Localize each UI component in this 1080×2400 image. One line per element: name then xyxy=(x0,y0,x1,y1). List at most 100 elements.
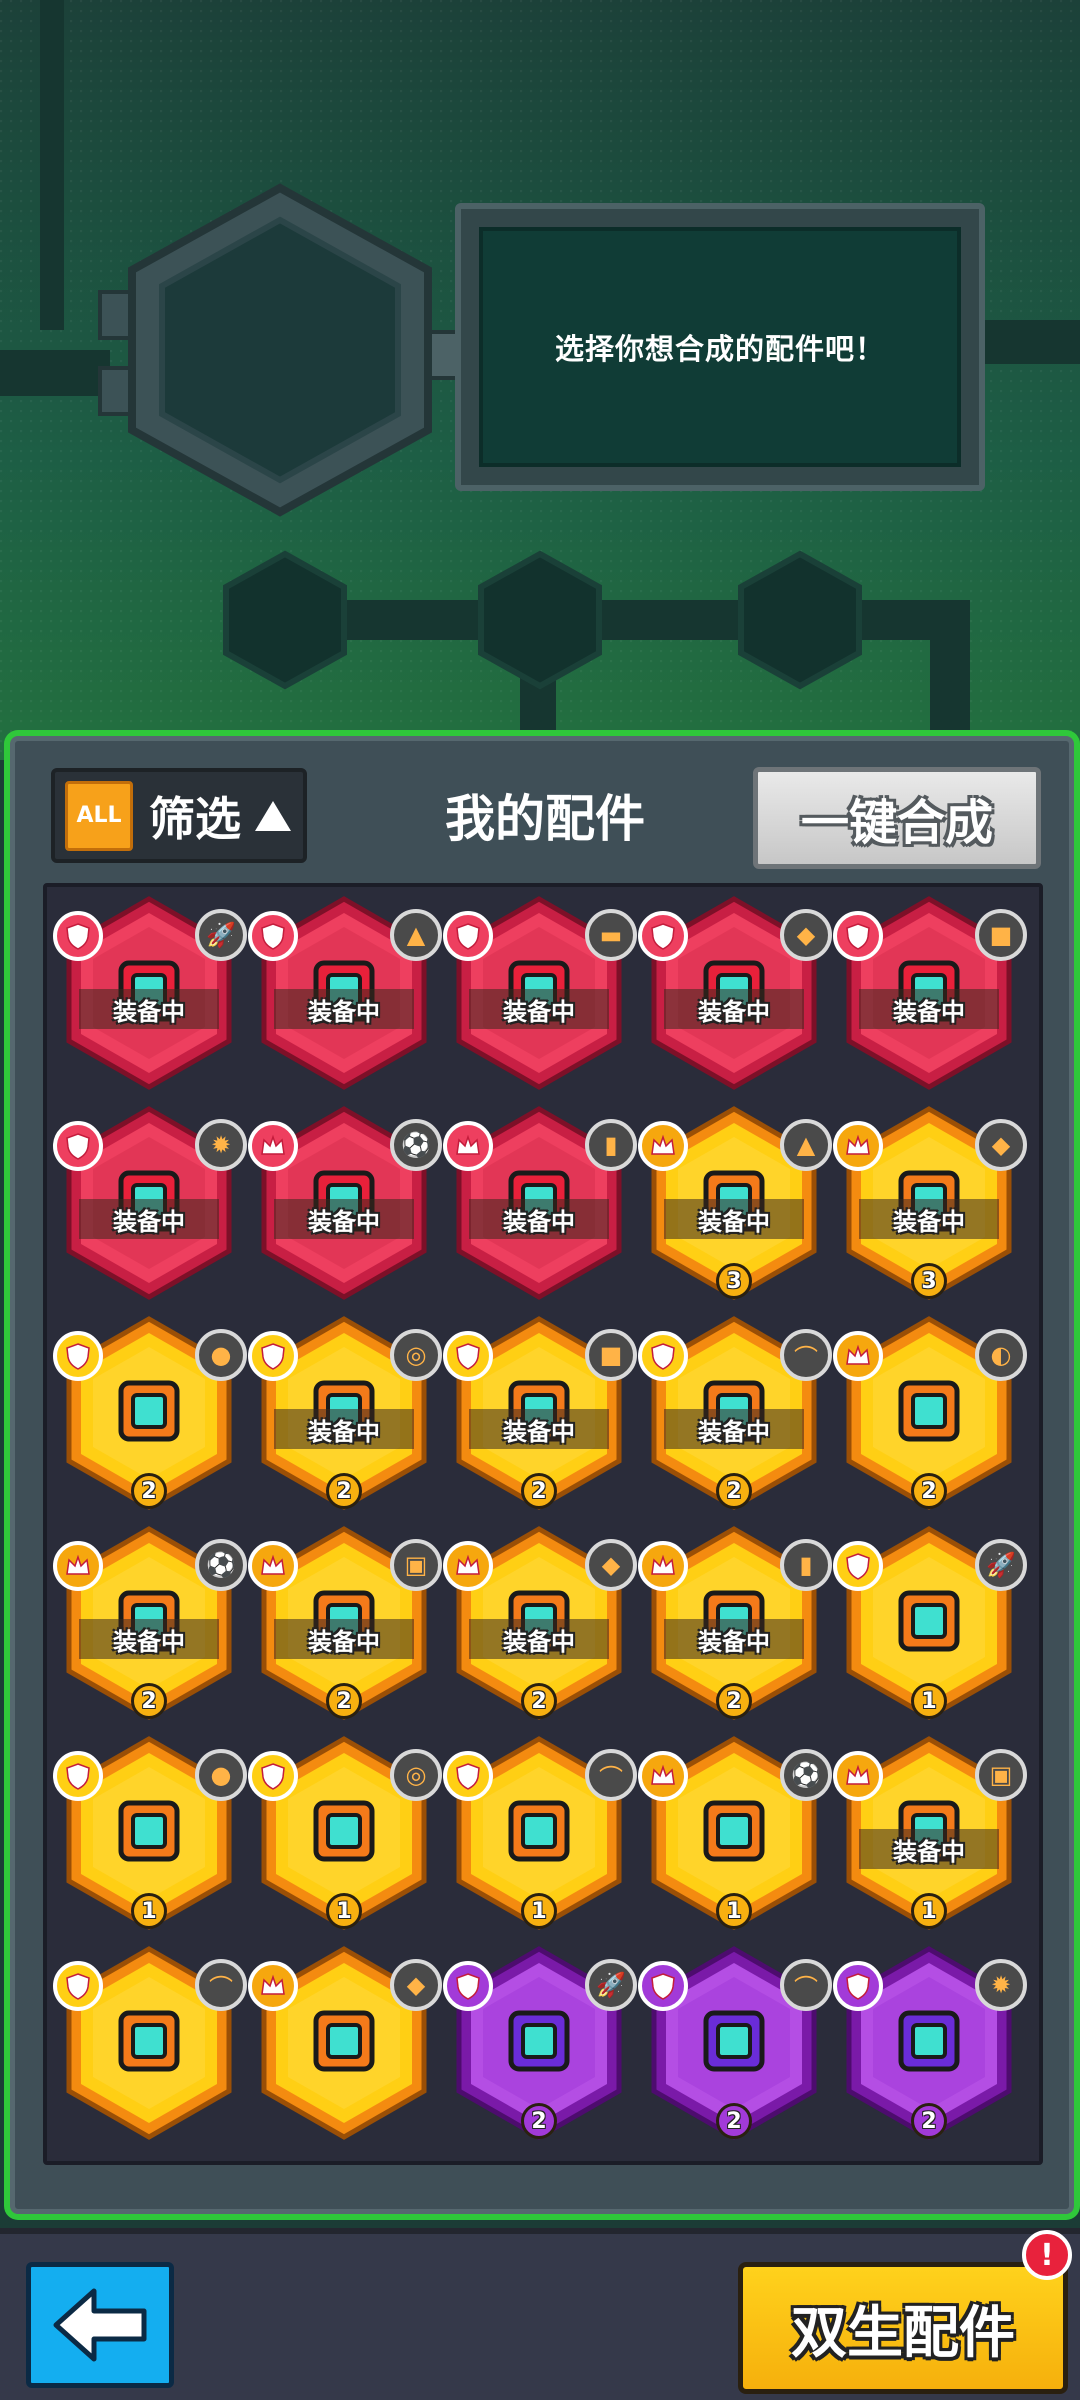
level-badge: 1 xyxy=(716,1893,752,1929)
rocket-icon: 🚀 xyxy=(585,1959,637,2011)
alert-badge: ! xyxy=(1022,2230,1072,2280)
ball-icon: ⚽ xyxy=(195,1539,247,1591)
level-badge: 2 xyxy=(131,1473,167,1509)
level-badge: 1 xyxy=(911,1683,947,1719)
traffic-icon xyxy=(508,1800,570,1862)
crown-icon xyxy=(833,1121,883,1171)
level-badge: 3 xyxy=(911,1263,947,1299)
equipped-label: 装备中 xyxy=(469,1619,609,1659)
crown-icon xyxy=(53,1541,103,1591)
part-card[interactable]: 装备中 🚀 xyxy=(53,893,247,1093)
part-card[interactable]: 2 🚀 xyxy=(443,1943,637,2143)
level-badge: 1 xyxy=(326,1893,362,1929)
part-card[interactable]: 装备中 2 ⌒ xyxy=(638,1313,832,1513)
synthesis-slot[interactable] xyxy=(120,180,440,520)
part-card[interactable]: 2 ✹ xyxy=(833,1943,1027,2143)
shield-icon xyxy=(638,1961,688,2011)
crown-icon xyxy=(443,1541,493,1591)
level-badge: 1 xyxy=(911,1893,947,1929)
part-card[interactable]: 装备中 2 ◆ xyxy=(443,1523,637,1723)
part-card[interactable]: 装备中 ▮ xyxy=(443,1103,637,1303)
part-card[interactable]: 1 ● xyxy=(53,1733,247,1933)
wheel-icon: ◎ xyxy=(390,1749,442,1801)
wing-icon xyxy=(898,1590,960,1652)
card-icon: ◆ xyxy=(780,909,832,961)
part-card[interactable]: 装备中 3 ◆ xyxy=(833,1103,1027,1303)
camera-icon: ▣ xyxy=(975,1749,1027,1801)
level-badge: 1 xyxy=(521,1893,557,1929)
panel-title: 我的配件 xyxy=(445,790,645,848)
message-display: 选择你想合成的配件吧！ xyxy=(479,227,961,467)
card-icon: ◆ xyxy=(585,1539,637,1591)
part-card[interactable]: 装备中 2 ■ xyxy=(443,1313,637,1513)
all-badge: ALL xyxy=(65,780,133,851)
gem-icon xyxy=(443,911,493,961)
back-button[interactable] xyxy=(26,2262,174,2388)
coil-icon xyxy=(118,1380,180,1442)
wheel-icon: ◎ xyxy=(390,1329,442,1381)
crown-icon xyxy=(638,1751,688,1801)
arc-icon: ⌒ xyxy=(780,1329,832,1381)
gear-icon: ✹ xyxy=(975,1959,1027,2011)
part-card[interactable]: 装备中 ⚽ xyxy=(248,1103,442,1303)
level-badge: 1 xyxy=(131,1893,167,1929)
level-badge: 2 xyxy=(521,1473,557,1509)
part-card[interactable]: 装备中 3 ▲ xyxy=(638,1103,832,1303)
bracket-icon xyxy=(313,2010,375,2072)
part-card[interactable]: 装备中 ◆ xyxy=(638,893,832,1093)
part-card[interactable]: 1 ⚽ xyxy=(638,1733,832,1933)
traffic-icon xyxy=(703,2010,765,2072)
equipped-label: 装备中 xyxy=(79,1199,219,1239)
part-card[interactable]: 装备中 2 ⚽ xyxy=(53,1523,247,1723)
crown-icon xyxy=(638,1121,688,1171)
part-card[interactable]: 2 ◐ xyxy=(833,1313,1027,1513)
shield-icon xyxy=(248,1751,298,1801)
traffic-icon xyxy=(118,2010,180,2072)
shield-icon xyxy=(833,1961,883,2011)
equipped-label: 装备中 xyxy=(79,989,219,1029)
part-card[interactable]: ⌒ xyxy=(53,1943,247,2143)
my-parts-panel: ALL 筛选 我的配件 一键合成 装备中 🚀 装备中 ▲ 装备中 ▬ 装备中 ◆ 装备中 ■ 装备中… xyxy=(10,736,1074,2214)
part-card[interactable]: 装备中 ✹ xyxy=(53,1103,247,1303)
shield-icon xyxy=(833,911,883,961)
part-card[interactable]: 装备中 2 ◎ xyxy=(248,1313,442,1513)
card-icon: ◆ xyxy=(975,1119,1027,1171)
equipped-label: 装备中 xyxy=(79,1619,219,1659)
slot-hex xyxy=(738,550,862,690)
level-badge: 2 xyxy=(326,1683,362,1719)
part-card[interactable]: 装备中 ▬ xyxy=(443,893,637,1093)
filter-button[interactable]: ALL 筛选 xyxy=(51,768,307,863)
gem-icon xyxy=(53,911,103,961)
part-card[interactable]: 装备中 2 ▮ xyxy=(638,1523,832,1723)
part-card[interactable]: 装备中 ■ xyxy=(833,893,1027,1093)
synthesis-machine-area: 选择你想合成的配件吧！ xyxy=(0,0,1080,760)
part-card[interactable]: 1 ◎ xyxy=(248,1733,442,1933)
equipped-label: 装备中 xyxy=(859,1829,999,1869)
gem-icon xyxy=(638,911,688,961)
equipped-label: 装备中 xyxy=(664,1619,804,1659)
twin-parts-button[interactable]: 双生配件 xyxy=(738,2262,1068,2394)
level-badge: 2 xyxy=(716,1473,752,1509)
part-card[interactable]: 1 🚀 xyxy=(833,1523,1027,1723)
arc-icon: ⌒ xyxy=(585,1749,637,1801)
part-card[interactable]: 装备中 ▲ xyxy=(248,893,442,1093)
brick-icon: ■ xyxy=(975,909,1027,961)
crown-icon xyxy=(833,1751,883,1801)
lens-icon xyxy=(703,1800,765,1862)
bottle-icon: ▮ xyxy=(585,1119,637,1171)
melon-icon: ● xyxy=(195,1749,247,1801)
shield-icon xyxy=(443,1751,493,1801)
merge-all-button[interactable]: 一键合成 xyxy=(753,767,1041,869)
equipped-label: 装备中 xyxy=(469,1409,609,1449)
level-badge: 2 xyxy=(716,1683,752,1719)
part-card[interactable]: 装备中 2 ▣ xyxy=(248,1523,442,1723)
part-card[interactable]: ◆ xyxy=(248,1943,442,2143)
part-card[interactable]: 装备中 1 ▣ xyxy=(833,1733,1027,1933)
part-card[interactable]: 1 ⌒ xyxy=(443,1733,637,1933)
equipped-label: 装备中 xyxy=(664,1409,804,1449)
part-card[interactable]: 2 ⌒ xyxy=(638,1943,832,2143)
equipped-label: 装备中 xyxy=(274,989,414,1029)
part-card[interactable]: 2 ● xyxy=(53,1313,247,1513)
ball-icon: ⚽ xyxy=(390,1119,442,1171)
gem-icon xyxy=(248,911,298,961)
